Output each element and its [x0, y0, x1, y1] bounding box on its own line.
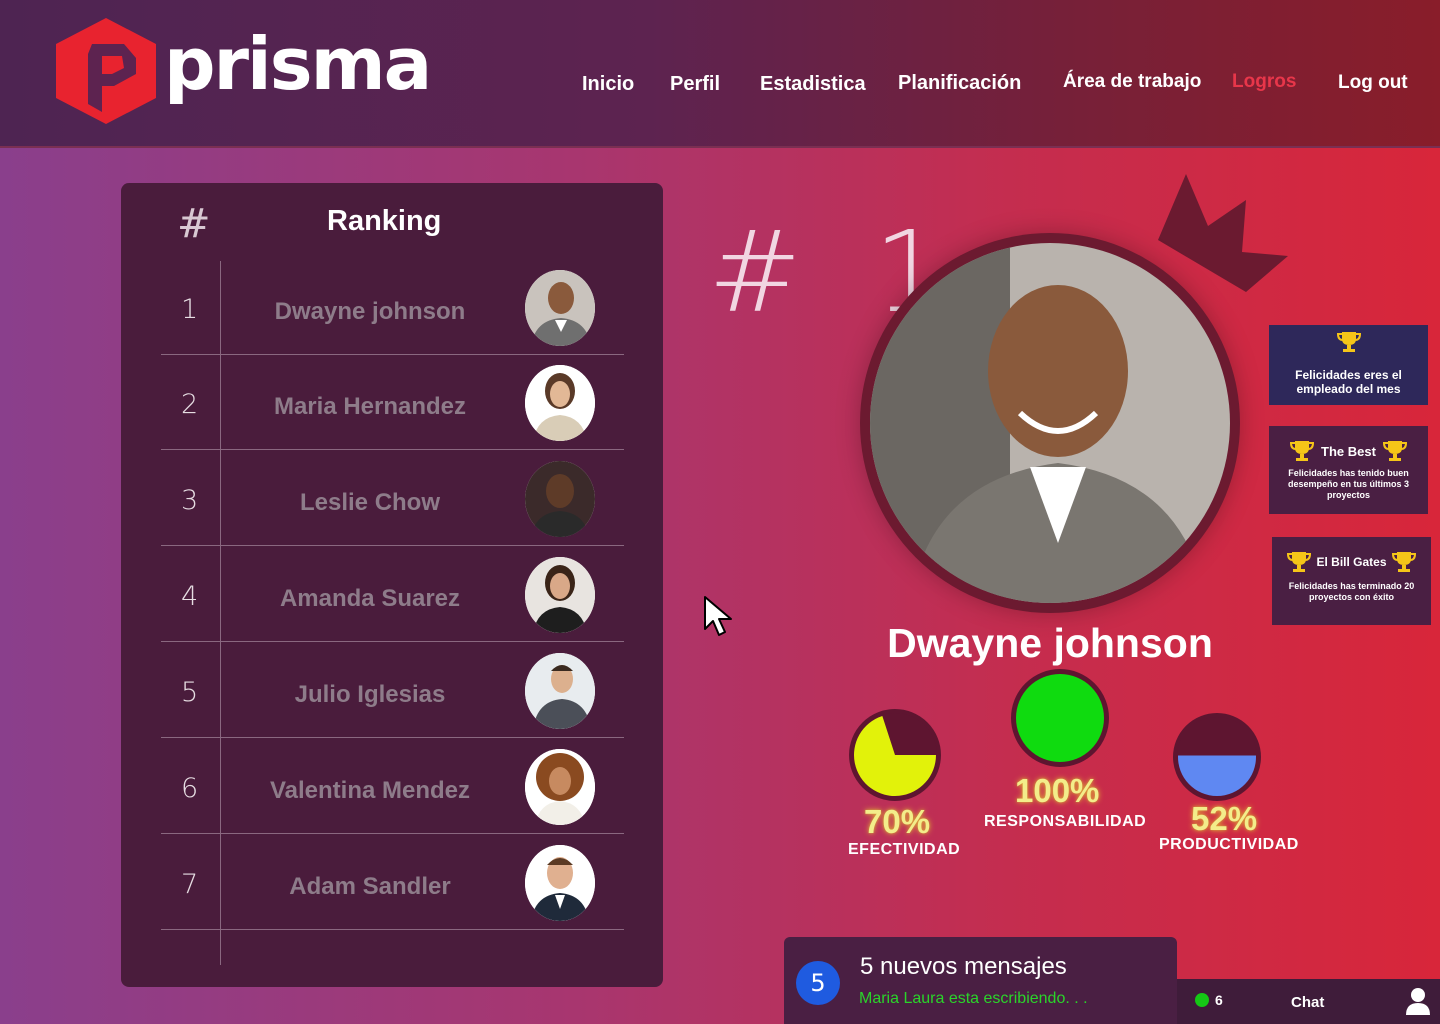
efectividad-gauge: [849, 709, 941, 801]
nav-area-de-trabajo[interactable]: Área de trabajo: [1063, 71, 1201, 93]
nav-planificacion[interactable]: Planificación: [898, 72, 1021, 95]
unread-count-badge: 5: [796, 961, 840, 1005]
trophy-icon: [1382, 441, 1407, 461]
employee-name: Amanda Suarez: [279, 585, 461, 612]
brand-name: prisma: [164, 22, 432, 106]
productividad-percent: 52%: [1191, 800, 1258, 837]
rank-number: 5: [181, 677, 199, 708]
chat-label: Chat: [1291, 994, 1325, 1011]
rank-number: 7: [181, 869, 199, 900]
responsabilidad-label: RESPONSABILIDAD: [984, 813, 1147, 830]
avatar: [525, 557, 595, 633]
ranking-row-7[interactable]: 7 Adam Sandler: [161, 835, 624, 930]
responsabilidad-gauge: [1011, 669, 1109, 767]
gauge-background: [1011, 669, 1109, 767]
employee-name: Dwayne johnson: [274, 298, 466, 325]
crown-icon: [1158, 174, 1288, 292]
winner-photo: [860, 233, 1240, 613]
trophy-icon: [1290, 441, 1315, 461]
rank-number: 1: [181, 294, 199, 325]
chat-bar[interactable]: 6 Chat: [1177, 979, 1440, 1024]
employee-name: Maria Hernandez: [273, 393, 467, 420]
rank-column-header: #: [177, 201, 211, 247]
avatar: [525, 270, 595, 346]
employee-name: Julio Iglesias: [294, 681, 446, 708]
gauge-background: [849, 709, 941, 801]
gauge-fill: [854, 716, 936, 796]
avatar: [525, 461, 595, 537]
nav-inicio[interactable]: Inicio: [582, 73, 634, 96]
productividad-label: PRODUCTIVIDAD: [1159, 836, 1299, 853]
prisma-logo-icon: [56, 18, 156, 124]
rank-number: 2: [181, 389, 199, 420]
avatar: [525, 365, 595, 441]
achievement-bill-gates[interactable]: El Bill Gates Felicidades has terminado …: [1272, 537, 1431, 625]
avatar: [525, 845, 595, 921]
online-count: 6: [1215, 992, 1223, 1008]
employee-name: Leslie Chow: [299, 489, 441, 516]
efectividad-percent: 70%: [864, 803, 931, 840]
ranking-row-6[interactable]: 6 Valentina Mendez: [161, 739, 624, 834]
ranking-panel: # Ranking 1 Dwayne johnson 2 Maria Herna…: [121, 183, 663, 987]
ranking-row-4[interactable]: 4 Amanda Suarez: [161, 547, 624, 642]
rank-number: 3: [181, 485, 199, 516]
ranking-title: Ranking: [327, 205, 442, 237]
new-messages-popup[interactable]: 5 5 nuevos mensajes Maria Laura esta esc…: [784, 937, 1177, 1024]
achievement-employee-of-month[interactable]: Felicidades eres el empleado del mes: [1269, 325, 1428, 405]
avatar: [525, 653, 595, 729]
trophy-icon: [1336, 332, 1361, 352]
achievement-text: Felicidades has terminado 20 proyectos c…: [1288, 581, 1415, 602]
gauge-fill: [1178, 755, 1256, 797]
achievement-text: Felicidades eres el empleado del mes: [1295, 368, 1402, 396]
efectividad-label: EFECTIVIDAD: [848, 841, 961, 858]
nav-estadistica[interactable]: Estadistica: [760, 73, 866, 96]
avatar: [525, 749, 595, 825]
mouse-cursor-icon: [704, 596, 732, 636]
prisma-logo[interactable]: prisma: [52, 14, 432, 130]
employee-name: Valentina Mendez: [269, 777, 471, 804]
online-status-icon: [1195, 993, 1209, 1007]
trophy-icon: [1391, 552, 1416, 572]
achievement-the-best[interactable]: The Best Felicidades has tenido buen des…: [1269, 426, 1428, 514]
nav-log-out[interactable]: Log out: [1338, 72, 1408, 94]
rank-number: 4: [181, 581, 199, 612]
gauge-fill: [1016, 674, 1104, 762]
responsabilidad-percent: 100%: [1015, 772, 1100, 809]
ranking-row-3[interactable]: 3 Leslie Chow: [161, 451, 624, 546]
achievement-title: The Best: [1321, 443, 1376, 459]
top-header: prisma Inicio Perfil Estadistica Planifi…: [0, 0, 1440, 148]
nav-logros[interactable]: Logros: [1232, 71, 1296, 93]
winner-name: Dwayne johnson: [887, 620, 1213, 666]
ranking-row-5[interactable]: 5 Julio Iglesias: [161, 643, 624, 738]
rank-number: 6: [181, 773, 199, 804]
ranking-row-1[interactable]: 1 Dwayne johnson: [161, 260, 624, 355]
trophy-icon: [1287, 552, 1312, 572]
typing-indicator: Maria Laura esta escribiendo. . .: [859, 990, 1088, 1007]
ranking-row-2[interactable]: 2 Maria Hernandez: [161, 355, 624, 450]
achievement-text: Felicidades has tenido buen desempeño en…: [1287, 468, 1410, 500]
employee-name: Adam Sandler: [289, 873, 451, 900]
user-icon[interactable]: [1405, 987, 1431, 1015]
productividad-gauge: [1173, 713, 1261, 801]
nav-perfil[interactable]: Perfil: [670, 73, 720, 96]
new-messages-title: 5 nuevos mensajes: [860, 953, 1067, 980]
achievement-title: El Bill Gates: [1316, 555, 1387, 569]
gauge-background: [1173, 713, 1261, 801]
